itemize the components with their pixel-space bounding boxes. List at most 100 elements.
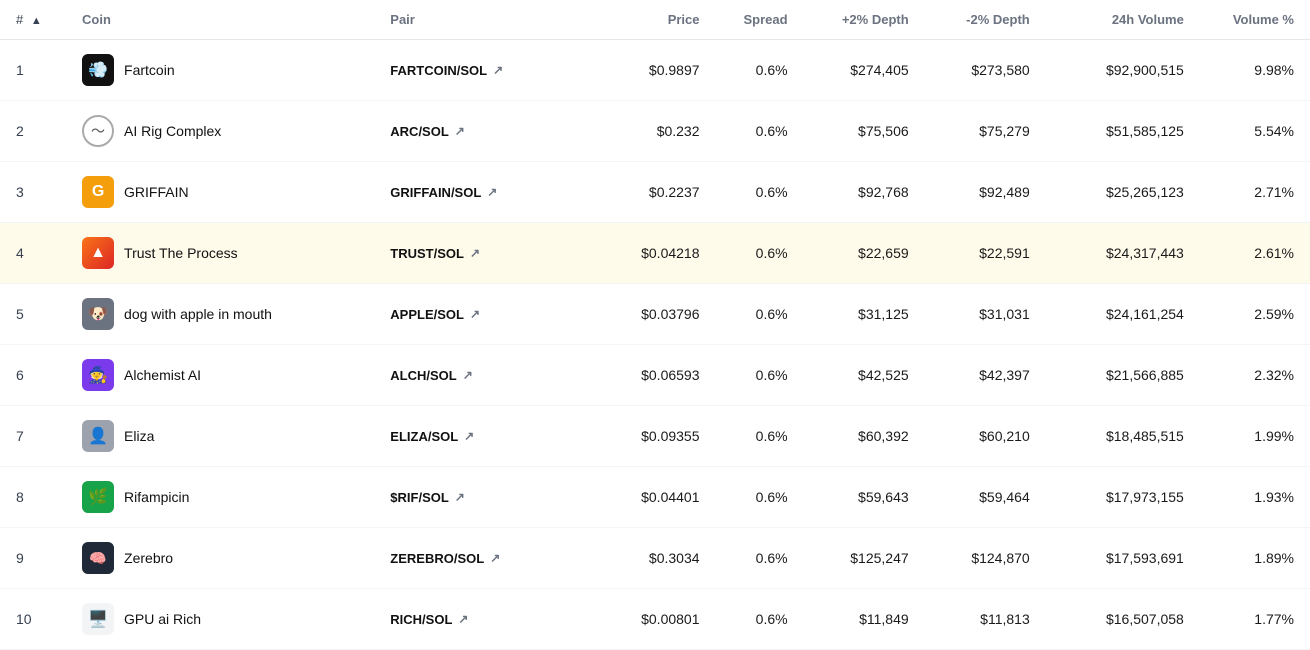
pair-cell: GRIFFAIN/SOL ↗ bbox=[374, 162, 594, 223]
coin-cell: 🧙 Alchemist AI bbox=[66, 345, 374, 406]
depth-plus-cell: $60,392 bbox=[804, 406, 925, 467]
pair-cell: ZEREBRO/SOL ↗ bbox=[374, 528, 594, 589]
spread-cell: 0.6% bbox=[716, 40, 804, 101]
pair-label: ALCH/SOL bbox=[390, 368, 456, 383]
volume-pct-cell: 1.93% bbox=[1200, 467, 1310, 528]
volume-pct-cell: 1.77% bbox=[1200, 589, 1310, 650]
volume-pct-cell: 1.99% bbox=[1200, 406, 1310, 467]
price-cell: $0.9897 bbox=[594, 40, 715, 101]
depth-minus-cell: $22,591 bbox=[925, 223, 1046, 284]
coin-name: AI Rig Complex bbox=[124, 123, 221, 139]
col-volume[interactable]: 24h Volume bbox=[1046, 0, 1200, 40]
col-rank[interactable]: # ▲ bbox=[0, 0, 66, 40]
depth-plus-cell: $11,849 bbox=[804, 589, 925, 650]
coin-name: Fartcoin bbox=[124, 62, 175, 78]
price-cell: $0.3034 bbox=[594, 528, 715, 589]
table-row: 10 🖥️ GPU ai Rich RICH/SOL ↗ $0.00801 0.… bbox=[0, 589, 1310, 650]
pair-label: $RIF/SOL bbox=[390, 490, 449, 505]
trust-icon: ▲ bbox=[82, 237, 114, 269]
pair-label: GRIFFAIN/SOL bbox=[390, 185, 481, 200]
table-row: 6 🧙 Alchemist AI ALCH/SOL ↗ $0.06593 0.6… bbox=[0, 345, 1310, 406]
table-row: 4 ▲ Trust The Process TRUST/SOL ↗ $0.042… bbox=[0, 223, 1310, 284]
col-volume-pct[interactable]: Volume % bbox=[1200, 0, 1310, 40]
depth-plus-cell: $31,125 bbox=[804, 284, 925, 345]
spread-cell: 0.6% bbox=[716, 345, 804, 406]
volume-pct-cell: 2.61% bbox=[1200, 223, 1310, 284]
external-link-icon[interactable]: ↗ bbox=[455, 490, 465, 504]
table-header: # ▲ Coin Pair Price Spread +2% Depth -2%… bbox=[0, 0, 1310, 40]
depth-minus-cell: $124,870 bbox=[925, 528, 1046, 589]
external-link-icon[interactable]: ↗ bbox=[458, 612, 468, 626]
coin-name: Eliza bbox=[124, 428, 154, 444]
col-depth-minus[interactable]: -2% Depth bbox=[925, 0, 1046, 40]
price-cell: $0.232 bbox=[594, 101, 715, 162]
external-link-icon[interactable]: ↗ bbox=[464, 429, 474, 443]
coin-cell: 🌿 Rifampicin bbox=[66, 467, 374, 528]
coin-cell: 🧠 Zerebro bbox=[66, 528, 374, 589]
coin-cell: ▲ Trust The Process bbox=[66, 223, 374, 284]
depth-plus-cell: $22,659 bbox=[804, 223, 925, 284]
spread-cell: 0.6% bbox=[716, 101, 804, 162]
price-cell: $0.09355 bbox=[594, 406, 715, 467]
depth-plus-cell: $59,643 bbox=[804, 467, 925, 528]
depth-minus-cell: $60,210 bbox=[925, 406, 1046, 467]
col-spread[interactable]: Spread bbox=[716, 0, 804, 40]
depth-plus-cell: $274,405 bbox=[804, 40, 925, 101]
external-link-icon[interactable]: ↗ bbox=[455, 124, 465, 138]
pair-label: FARTCOIN/SOL bbox=[390, 63, 487, 78]
col-pair[interactable]: Pair bbox=[374, 0, 594, 40]
gpu-icon: 🖥️ bbox=[82, 603, 114, 635]
col-depth-plus[interactable]: +2% Depth bbox=[804, 0, 925, 40]
apple-icon: 🐶 bbox=[82, 298, 114, 330]
coin-cell: 👤 Eliza bbox=[66, 406, 374, 467]
pair-cell: ALCH/SOL ↗ bbox=[374, 345, 594, 406]
external-link-icon[interactable]: ↗ bbox=[493, 63, 503, 77]
spread-cell: 0.6% bbox=[716, 467, 804, 528]
rank-cell: 1 bbox=[0, 40, 66, 101]
external-link-icon[interactable]: ↗ bbox=[487, 185, 497, 199]
coin-name: GPU ai Rich bbox=[124, 611, 201, 627]
depth-plus-cell: $92,768 bbox=[804, 162, 925, 223]
volume-cell: $18,485,515 bbox=[1046, 406, 1200, 467]
external-link-icon[interactable]: ↗ bbox=[470, 307, 480, 321]
col-coin[interactable]: Coin bbox=[66, 0, 374, 40]
col-price[interactable]: Price bbox=[594, 0, 715, 40]
coin-name: Trust The Process bbox=[124, 245, 238, 261]
volume-cell: $25,265,123 bbox=[1046, 162, 1200, 223]
volume-cell: $17,593,691 bbox=[1046, 528, 1200, 589]
depth-minus-cell: $273,580 bbox=[925, 40, 1046, 101]
external-link-icon[interactable]: ↗ bbox=[490, 551, 500, 565]
table-row: 8 🌿 Rifampicin $RIF/SOL ↗ $0.04401 0.6% … bbox=[0, 467, 1310, 528]
depth-plus-cell: $125,247 bbox=[804, 528, 925, 589]
griffain-icon: G bbox=[82, 176, 114, 208]
coin-cell: 💨 Fartcoin bbox=[66, 40, 374, 101]
pair-cell: FARTCOIN/SOL ↗ bbox=[374, 40, 594, 101]
price-cell: $0.00801 bbox=[594, 589, 715, 650]
volume-cell: $21,566,885 bbox=[1046, 345, 1200, 406]
price-cell: $0.04401 bbox=[594, 467, 715, 528]
depth-minus-cell: $42,397 bbox=[925, 345, 1046, 406]
fartcoin-icon: 💨 bbox=[82, 54, 114, 86]
rank-cell: 10 bbox=[0, 589, 66, 650]
volume-pct-cell: 2.71% bbox=[1200, 162, 1310, 223]
rank-cell: 4 bbox=[0, 223, 66, 284]
zerebro-icon: 🧠 bbox=[82, 542, 114, 574]
rank-cell: 2 bbox=[0, 101, 66, 162]
rank-cell: 7 bbox=[0, 406, 66, 467]
coin-cell: G GRIFFAIN bbox=[66, 162, 374, 223]
pair-label: ARC/SOL bbox=[390, 124, 449, 139]
spread-cell: 0.6% bbox=[716, 284, 804, 345]
volume-pct-cell: 9.98% bbox=[1200, 40, 1310, 101]
external-link-icon[interactable]: ↗ bbox=[470, 246, 480, 260]
market-table: # ▲ Coin Pair Price Spread +2% Depth -2%… bbox=[0, 0, 1310, 650]
table-row: 1 💨 Fartcoin FARTCOIN/SOL ↗ $0.9897 0.6%… bbox=[0, 40, 1310, 101]
eliza-icon: 👤 bbox=[82, 420, 114, 452]
table-row: 3 G GRIFFAIN GRIFFAIN/SOL ↗ $0.2237 0.6%… bbox=[0, 162, 1310, 223]
coin-name: Rifampicin bbox=[124, 489, 189, 505]
external-link-icon[interactable]: ↗ bbox=[463, 368, 473, 382]
coin-name: dog with apple in mouth bbox=[124, 306, 272, 322]
depth-minus-cell: $75,279 bbox=[925, 101, 1046, 162]
rank-cell: 3 bbox=[0, 162, 66, 223]
spread-cell: 0.6% bbox=[716, 223, 804, 284]
spread-cell: 0.6% bbox=[716, 528, 804, 589]
